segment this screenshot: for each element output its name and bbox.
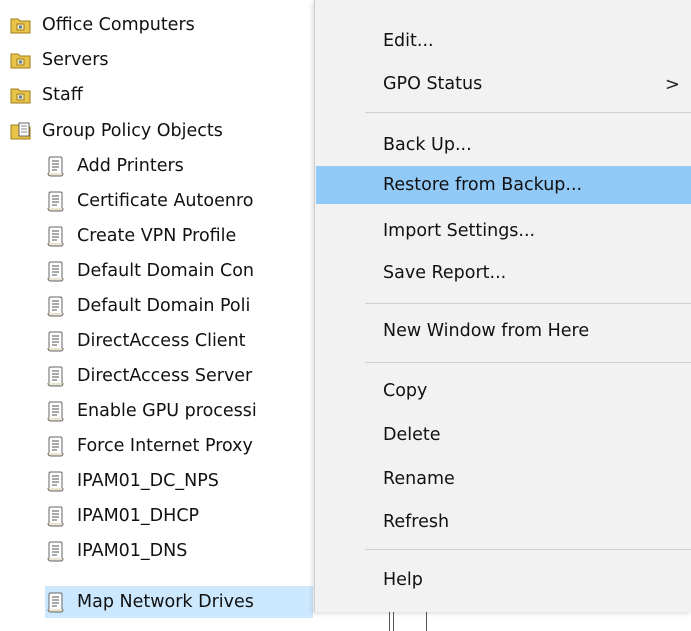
tree-item-gpo[interactable]: IPAM01_DHCP: [45, 503, 313, 529]
tree-item-gpo[interactable]: Default Domain Con: [45, 258, 313, 284]
menu-item-save-report[interactable]: Save Report...: [316, 254, 691, 292]
gpo-scroll-icon: [47, 156, 64, 177]
tree-item-gpo[interactable]: DirectAccess Server: [45, 363, 313, 389]
gpo-scroll-icon: [47, 471, 64, 492]
menu-item-label: Refresh: [383, 512, 450, 532]
tree-item-label: Map Network Drives: [77, 592, 254, 612]
menu-item-label: Rename: [383, 469, 455, 489]
tree-item-gpo[interactable]: Force Internet Proxy: [45, 433, 313, 459]
tree-item-label: Certificate Autoenro: [77, 191, 254, 211]
menu-item-help[interactable]: Help: [316, 561, 691, 599]
menu-item-new-window-from-here[interactable]: New Window from Here: [316, 312, 691, 350]
tree-item-label: Enable GPU processi: [77, 401, 257, 421]
tree-item-label: Group Policy Objects: [42, 121, 223, 141]
tree-item-label: Staff: [42, 85, 83, 105]
gpo-scroll-icon: [47, 366, 64, 387]
tree-item-label: DirectAccess Server: [77, 366, 253, 386]
gpo-scroll-icon: [47, 436, 64, 457]
tree-item-label: Create VPN Profile: [77, 226, 237, 246]
tree-item-label: Default Domain Con: [77, 261, 254, 281]
tree-item-label: Add Printers: [77, 156, 184, 176]
menu-item-label: Back Up...: [383, 135, 472, 155]
tree-item-gpo-selected[interactable]: Map Network Drives: [45, 586, 313, 618]
menu-item-back-up[interactable]: Back Up...: [316, 126, 691, 164]
tree-item-group-policy-objects[interactable]: Group Policy Objects: [10, 118, 310, 144]
menu-item-import-settings[interactable]: Import Settings...: [316, 212, 691, 250]
gpo-scroll-icon: [47, 331, 64, 352]
menu-separator: [365, 362, 691, 363]
tree-item-gpo[interactable]: Certificate Autoenro: [45, 188, 313, 214]
frame-line: [393, 612, 394, 631]
menu-item-restore-from-backup[interactable]: Restore from Backup...: [316, 166, 691, 204]
frame-line: [389, 612, 390, 631]
tree-item-gpo[interactable]: Create VPN Profile: [45, 223, 313, 249]
tree-item-gpo[interactable]: DirectAccess Client: [45, 328, 313, 354]
menu-item-label: GPO Status: [383, 74, 483, 94]
menu-item-delete[interactable]: Delete: [316, 416, 691, 454]
frame-line: [426, 612, 427, 631]
menu-item-label: Copy: [383, 381, 428, 401]
ou-folder-icon: [10, 53, 31, 69]
tree-item-office-computers[interactable]: Office Computers: [10, 12, 310, 38]
menu-item-label: New Window from Here: [383, 321, 590, 341]
context-menu: Edit... GPO Status > Back Up... Restore …: [314, 0, 691, 612]
tree-item-label: Force Internet Proxy: [77, 436, 253, 456]
menu-separator: [365, 112, 691, 113]
gpo-container-icon: [10, 122, 31, 140]
gpo-scroll-icon: [47, 191, 64, 212]
menu-separator: [365, 303, 691, 304]
gpo-scroll-icon: [47, 506, 64, 527]
tree-item-label: DirectAccess Client: [77, 331, 246, 351]
menu-item-label: Edit...: [383, 31, 434, 51]
gpo-scroll-icon: [47, 401, 64, 422]
gpo-scroll-icon: [47, 261, 64, 282]
menu-item-label: Restore from Backup...: [383, 175, 583, 195]
menu-separator: [365, 549, 691, 550]
tree-item-gpo[interactable]: Enable GPU processi: [45, 398, 313, 424]
gpo-scroll-icon: [47, 226, 64, 247]
tree-item-label: IPAM01_DC_NPS: [77, 471, 219, 491]
tree-item-gpo[interactable]: IPAM01_DC_NPS: [45, 468, 313, 494]
menu-item-edit[interactable]: Edit...: [316, 22, 691, 60]
ou-folder-icon: [10, 88, 31, 104]
menu-item-gpo-status[interactable]: GPO Status >: [316, 65, 691, 103]
tree-item-gpo[interactable]: IPAM01_DNS: [45, 538, 313, 564]
menu-item-label: Import Settings...: [383, 221, 536, 241]
menu-item-label: Help: [383, 570, 423, 590]
menu-item-refresh[interactable]: Refresh: [316, 503, 691, 541]
tree-item-label: Office Computers: [42, 15, 195, 35]
tree-item-label: Default Domain Poli: [77, 296, 251, 316]
menu-item-copy[interactable]: Copy: [316, 372, 691, 410]
menu-item-rename[interactable]: Rename: [316, 460, 691, 498]
tree-item-label: IPAM01_DHCP: [77, 506, 200, 526]
gpo-scroll-icon: [47, 296, 64, 317]
gpo-scroll-icon: [47, 592, 64, 613]
tree-item-label: IPAM01_DNS: [77, 541, 188, 561]
tree-item-gpo[interactable]: Default Domain Poli: [45, 293, 313, 319]
tree-item-gpo[interactable]: Add Printers: [45, 153, 313, 179]
menu-item-label: Save Report...: [383, 263, 507, 283]
tree-item-label: Servers: [42, 50, 109, 70]
submenu-arrow-icon: >: [664, 73, 680, 95]
window-frame-fragment: [389, 612, 429, 631]
tree-item-staff[interactable]: Staff: [10, 82, 310, 108]
menu-item-label: Delete: [383, 425, 441, 445]
ou-folder-icon: [10, 18, 31, 34]
gpo-scroll-icon: [47, 541, 64, 562]
gpo-tree: Office Computers Servers Staff Group Pol…: [0, 0, 320, 631]
tree-item-servers[interactable]: Servers: [10, 47, 310, 73]
